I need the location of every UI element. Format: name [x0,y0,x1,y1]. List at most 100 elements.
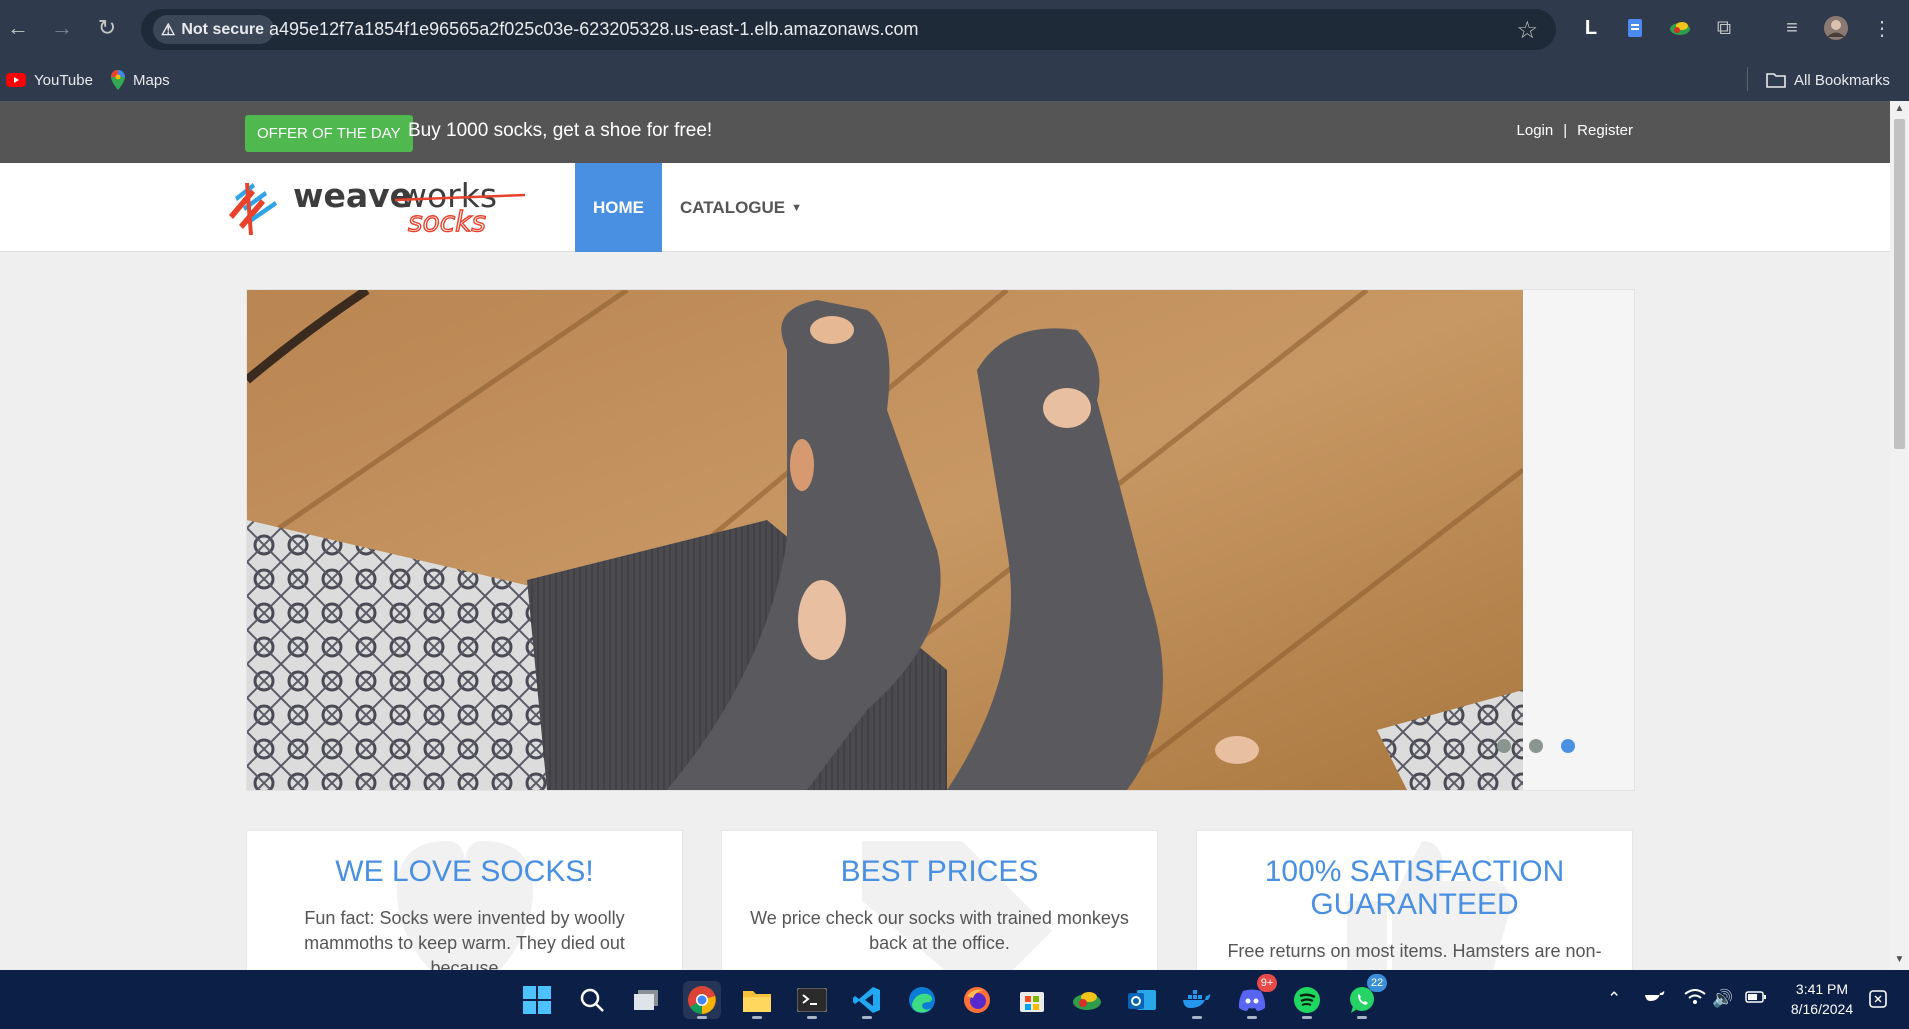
register-link[interactable]: Register [1577,122,1633,139]
edge-icon[interactable] [903,981,941,1019]
omnibox[interactable]: ⚠ Not secure a495e12f7a1854f1e96565a2f02… [141,9,1556,50]
microsoft-store-icon[interactable] [1013,981,1051,1019]
logo-word-weave: weave [293,176,412,215]
feature-text: Free returns on most items. Hamsters are… [1227,941,1602,961]
address-row: ← → ↻ ⚠ Not secure a495e12f7a1854f1e9656… [0,0,1909,58]
scroll-thumb[interactable] [1894,119,1905,449]
active-indicator [862,1016,872,1019]
active-indicator [807,1016,817,1019]
security-label: Not secure [181,20,265,38]
warning-icon: ⚠ [161,21,176,39]
forward-icon[interactable]: → [48,14,76,42]
nav-home[interactable]: HOME [575,163,662,252]
feature-box-love-socks: WE LOVE SOCKS! Fun fact: Socks were inve… [246,830,683,970]
whatsapp-icon[interactable]: 22 [1343,974,1387,1019]
outlook-icon[interactable] [1123,981,1161,1019]
active-indicator [1302,1016,1312,1019]
reload-icon[interactable]: ↻ [93,14,121,42]
carousel-dot-3[interactable] [1561,739,1575,753]
windows-taskbar: 9+ 22 ⌃ 🔊 3:41 PM 8/16/2024 [0,970,1909,1029]
offer-badge[interactable]: OFFER OF THE DAY [245,115,413,152]
spotify-icon[interactable] [1288,981,1326,1019]
all-bookmarks[interactable]: All Bookmarks [1766,67,1890,93]
maps-icon [111,70,125,90]
vscode-icon[interactable] [848,981,886,1019]
active-indicator [752,1016,762,1019]
bookmark-label: YouTube [34,71,93,89]
page-scrollbar[interactable]: ▲ ▼ [1890,101,1909,970]
feature-title: BEST PRICES [840,855,1039,888]
battery-icon[interactable] [1745,989,1767,1009]
back-icon[interactable]: ← [4,14,32,42]
chrome-menu-icon[interactable]: ⋮ [1868,14,1896,42]
nav-catalogue-label: CATALOGUE [680,197,786,217]
clock-date: 8/16/2024 [1790,1001,1854,1017]
file-explorer-icon[interactable] [738,981,776,1019]
carousel-dot-2[interactable] [1529,739,1543,753]
firefox-icon[interactable] [958,981,996,1019]
bookmarks-divider [1747,67,1748,91]
url-text[interactable]: a495e12f7a1854f1e96565a2f025c03e-6232053… [269,19,919,40]
search-icon[interactable] [573,981,611,1019]
all-bookmarks-label: All Bookmarks [1794,71,1890,89]
active-indicator [1247,1016,1257,1019]
feature-text: Fun fact: Socks were invented by woolly … [304,908,625,970]
discord-icon[interactable]: 9+ [1233,974,1277,1019]
show-hidden-icons-icon[interactable]: ⌃ [1607,989,1621,1009]
main-navbar: weave works socks HOME CATALOGUE ▼ [0,163,1890,252]
offer-text: Buy 1000 socks, get a shoe for free! [408,120,713,141]
weaveworks-mark-icon [229,182,277,236]
docker-icon[interactable] [1178,981,1216,1019]
app-green-icon[interactable] [1068,981,1106,1019]
task-view-icon[interactable] [628,981,666,1019]
extension-green-icon[interactable] [1666,14,1694,42]
media-control-icon[interactable]: ≡ [1778,14,1806,42]
caret-down-icon: ▼ [791,201,803,214]
bookmark-label: Maps [133,71,170,89]
wifi-icon[interactable] [1684,989,1706,1010]
bookmarks-bar: YouTube Maps All Bookmarks [0,58,1909,101]
hero-carousel[interactable] [246,289,1635,791]
avatar[interactable] [1822,14,1850,42]
logo-word-socks: socks [408,205,486,237]
extensions-puzzle-icon[interactable]: ⧉ [1710,14,1738,42]
bookmark-star-icon[interactable]: ☆ [1516,16,1538,45]
active-indicator [697,1016,707,1019]
feature-box-satisfaction: 100% SATISFACTION GUARANTEED Free return… [1196,830,1633,970]
clock-time: 3:41 PM [1795,981,1849,997]
security-chip[interactable]: ⚠ Not secure [153,15,275,44]
feature-title: WE LOVE SOCKS! [335,855,594,888]
active-indicator [1357,1016,1367,1019]
profile-letter-icon[interactable]: L [1577,14,1605,42]
youtube-icon [6,73,26,87]
notifications-icon[interactable] [1868,989,1888,1014]
whatsapp-badge: 22 [1367,974,1387,992]
feature-title: 100% SATISFACTION GUARANTEED [1264,855,1565,921]
volume-icon[interactable]: 🔊 [1712,989,1733,1009]
folder-icon [1766,73,1786,88]
active-indicator [1192,1016,1202,1019]
link-separator: | [1563,122,1568,139]
offer-topbar: OFFER OF THE DAY Buy 1000 socks, get a s… [0,101,1890,163]
web-page: OFFER OF THE DAY Buy 1000 socks, get a s… [0,101,1890,970]
weaveworks-socks-logo[interactable]: weave works socks [225,175,530,239]
browser-chrome: ← → ↻ ⚠ Not secure a495e12f7a1854f1e9656… [0,0,1909,101]
chrome-icon[interactable] [683,981,721,1019]
windows-start-icon[interactable] [518,981,556,1019]
scroll-up-icon[interactable]: ▲ [1893,103,1906,117]
system-clock[interactable]: 3:41 PM 8/16/2024 [1787,979,1857,1019]
carousel-slide-image [247,290,1523,790]
feature-box-best-prices: BEST PRICES We price check our socks wit… [721,830,1158,970]
nav-catalogue[interactable]: CATALOGUE ▼ [680,163,802,252]
feature-text: We price check our socks with trained mo… [750,908,1129,953]
account-links: Login | Register [1517,122,1633,139]
docker-tray-icon[interactable] [1644,987,1666,1008]
terminal-icon[interactable] [793,981,831,1019]
discord-badge: 9+ [1257,974,1277,992]
scroll-down-icon[interactable]: ▼ [1893,954,1906,968]
bookmark-youtube[interactable]: YouTube [6,67,93,93]
extension-doc-icon[interactable] [1621,14,1649,42]
bookmark-maps[interactable]: Maps [111,67,170,93]
login-link[interactable]: Login [1517,122,1554,139]
carousel-dot-1[interactable] [1497,739,1511,753]
